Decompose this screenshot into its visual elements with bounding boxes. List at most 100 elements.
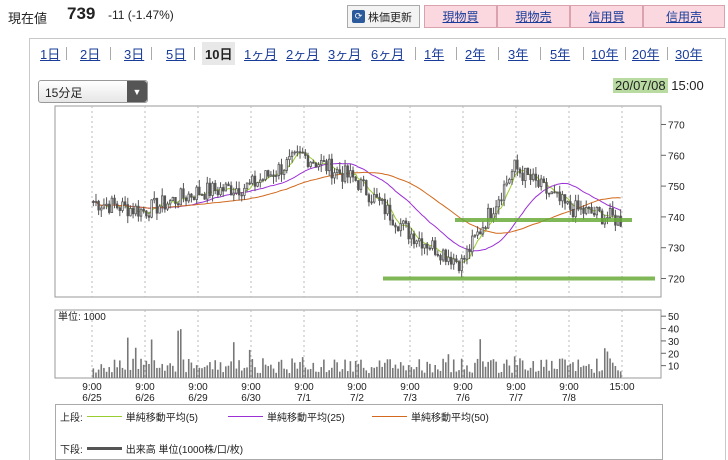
volume-bar	[201, 368, 203, 378]
candle-body	[595, 206, 599, 216]
candle-body	[168, 200, 172, 205]
volume-bar	[463, 369, 466, 378]
candle-body	[243, 187, 246, 196]
volume-bar	[270, 364, 272, 378]
candle-body	[426, 243, 429, 249]
volume-bar	[272, 368, 275, 378]
candle-body	[465, 248, 469, 260]
volume-bar	[479, 339, 482, 378]
candle-body	[349, 170, 352, 178]
price-tick-label: 750	[668, 182, 685, 193]
volume-bar	[527, 370, 529, 378]
candle-body	[555, 191, 559, 194]
volume-tick-label: 10	[668, 362, 680, 373]
volume-bar	[280, 359, 283, 378]
volume-bar	[558, 358, 561, 378]
volume-bar	[550, 360, 553, 378]
volume-bar	[362, 367, 365, 378]
candle-body	[142, 208, 145, 212]
volume-bar	[346, 371, 349, 378]
candle-body	[203, 194, 206, 200]
candle-body	[563, 194, 567, 204]
volume-bar	[564, 359, 566, 378]
volume-bar	[513, 356, 516, 378]
volume-bar	[566, 365, 569, 378]
volume-bar	[497, 372, 500, 378]
volume-bar	[95, 372, 97, 378]
candle-body	[608, 208, 612, 218]
volume-bar	[209, 362, 211, 378]
volume-bar	[505, 359, 508, 378]
x-tick-time: 9:00	[82, 382, 102, 393]
volume-bar	[482, 361, 484, 378]
candle-body	[251, 175, 254, 184]
legend-ma50-swatch	[372, 416, 407, 417]
volume-bar	[156, 367, 158, 378]
candle-body	[322, 160, 326, 162]
candle-body	[288, 155, 291, 161]
volume-tick-label: 50	[668, 312, 680, 323]
legend-volume: 出来高 単位(1000株/口/枚)	[125, 445, 244, 456]
candle-body	[476, 231, 479, 236]
volume-bar	[291, 358, 293, 378]
candle-body	[460, 257, 463, 272]
volume-bar	[341, 369, 344, 378]
volume-bar	[153, 360, 156, 378]
x-tick-date: 7/6	[456, 393, 470, 404]
volume-bar	[217, 369, 219, 378]
volume-bar	[325, 372, 328, 378]
volume-bar	[124, 369, 126, 378]
candle-body	[412, 233, 416, 245]
candle-body	[221, 187, 225, 192]
candle-body	[150, 199, 153, 218]
volume-bar	[421, 370, 423, 378]
candle-body	[375, 194, 379, 198]
legend-volume-swatch	[86, 447, 122, 450]
candle-body	[402, 220, 405, 225]
candle-body	[479, 231, 482, 235]
volume-bar	[516, 365, 519, 378]
volume-bar	[423, 372, 426, 378]
volume-bar	[206, 365, 209, 378]
volume-bar	[450, 372, 452, 378]
volume-bar	[503, 363, 505, 378]
volume-bar	[333, 359, 336, 378]
candle-body	[296, 151, 299, 154]
volume-bar	[225, 366, 227, 378]
candle-body	[259, 179, 262, 184]
volume-bar	[238, 360, 240, 378]
x-tick-time: 9:00	[400, 382, 420, 393]
candle-body	[494, 206, 498, 215]
candle-body	[277, 164, 281, 176]
volume-bar	[254, 367, 256, 378]
volume-bar	[399, 362, 402, 378]
candle-body	[274, 175, 278, 177]
candle-body	[481, 227, 485, 235]
candle-body	[134, 205, 137, 215]
candle-body	[235, 188, 238, 194]
volume-bar	[328, 370, 330, 378]
candle-body	[433, 240, 437, 255]
candle-body	[354, 176, 357, 181]
candle-body	[232, 192, 235, 196]
volume-bar	[354, 360, 357, 378]
volume-bar	[116, 367, 118, 378]
volume-tick-label: 40	[668, 325, 680, 336]
x-tick-date: 6/30	[241, 393, 261, 404]
legend-ma50: 単純移動平均(50)	[411, 413, 489, 424]
volume-bar	[458, 370, 460, 378]
candle-body	[497, 199, 500, 208]
candle-body	[539, 178, 543, 187]
volume-bar	[431, 372, 434, 378]
candle-body	[343, 165, 347, 182]
candle-body	[102, 204, 106, 209]
volume-bar	[113, 359, 116, 378]
volume-bar	[484, 366, 487, 378]
candle-body	[216, 190, 220, 196]
volume-bar	[471, 372, 474, 378]
candle-body	[386, 204, 389, 215]
candle-body	[301, 151, 304, 154]
candle-body	[370, 201, 373, 204]
candle-body	[394, 224, 397, 228]
candle-body	[179, 188, 182, 206]
